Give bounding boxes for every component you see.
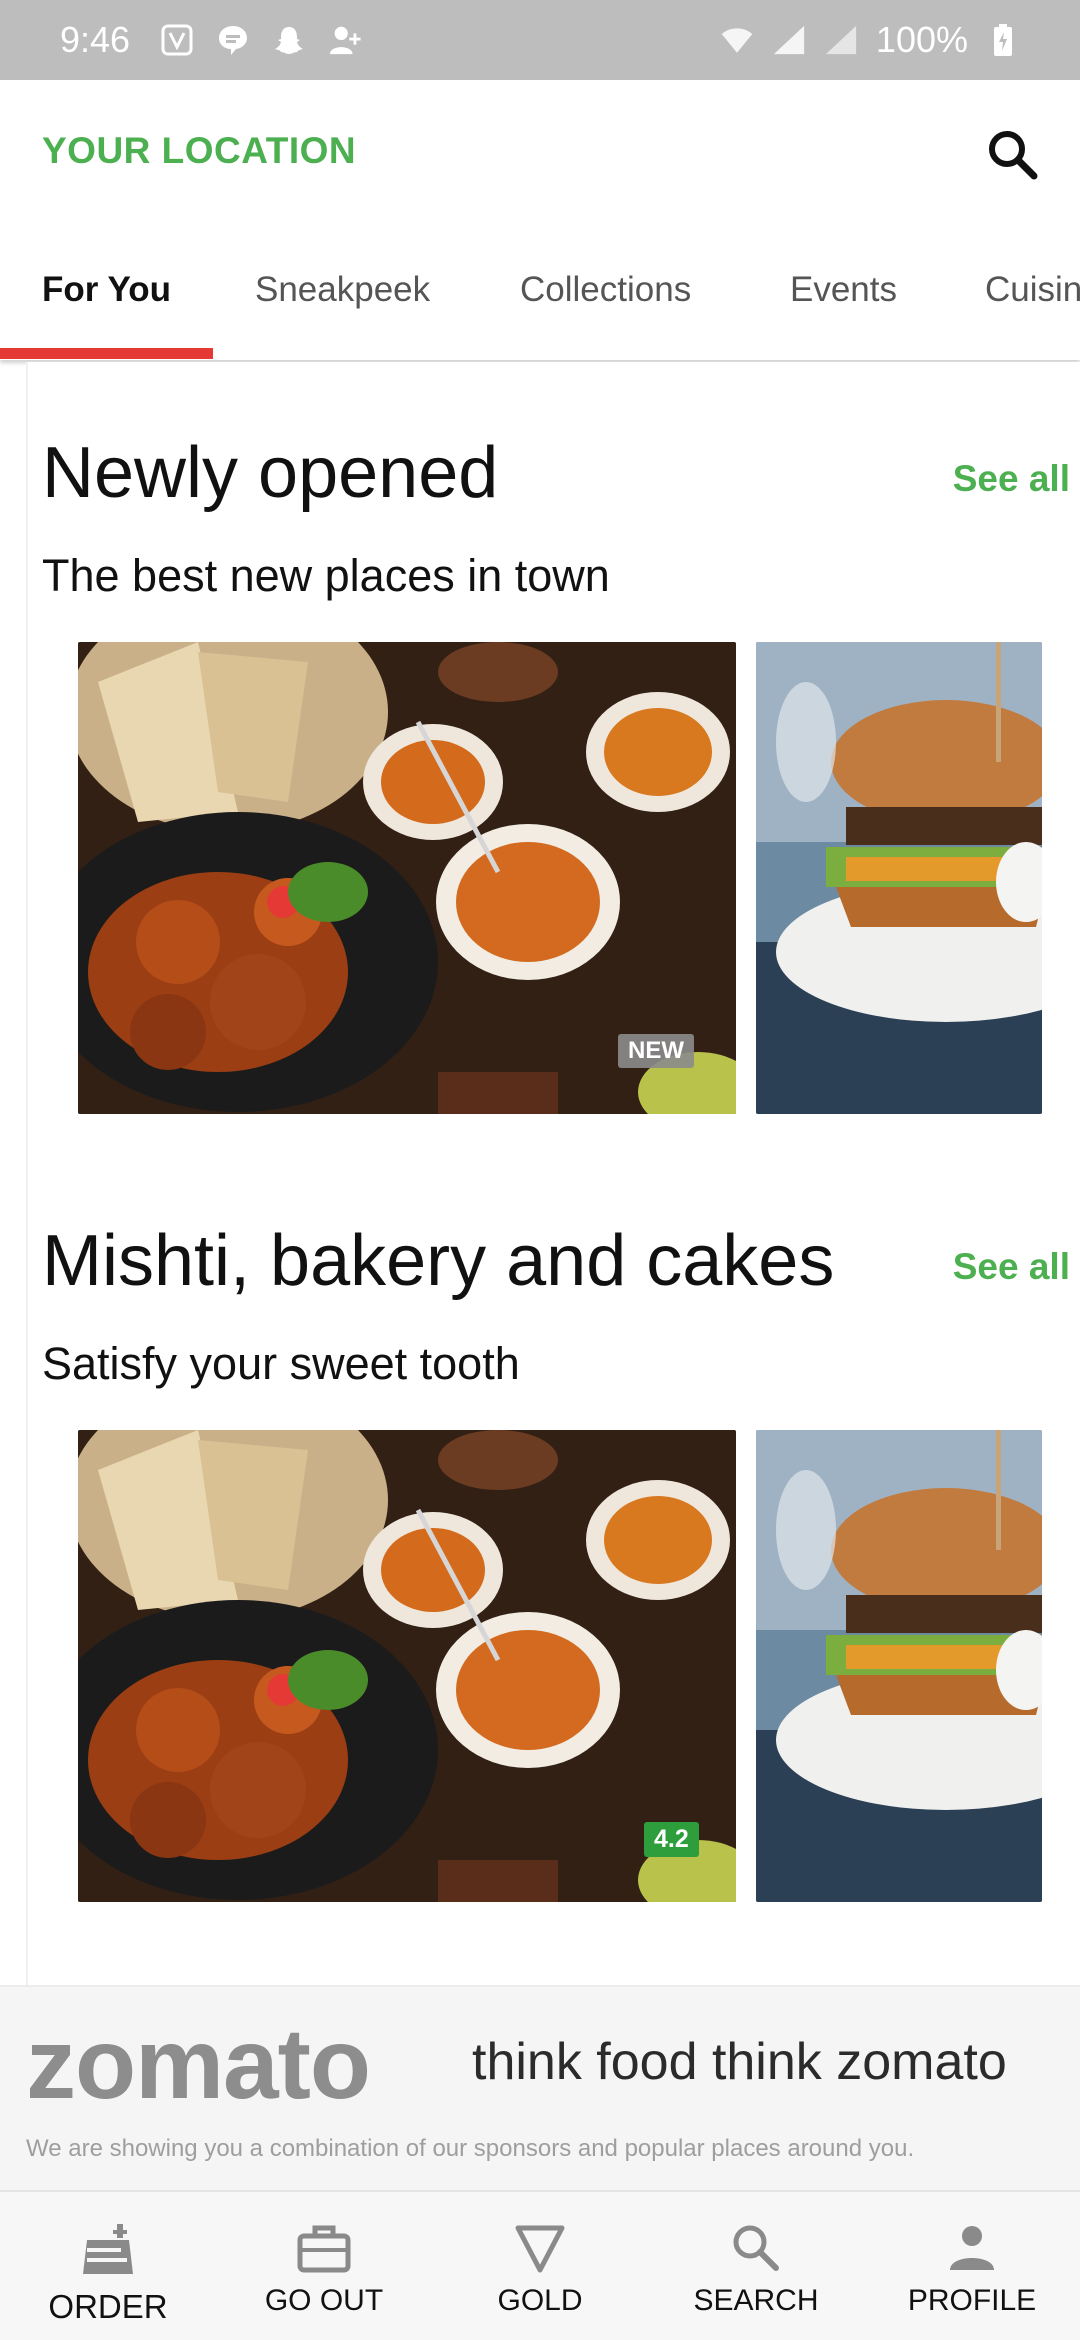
message-icon bbox=[216, 23, 250, 57]
active-tab-indicator bbox=[0, 348, 213, 359]
nav-search-label: SEARCH bbox=[693, 2284, 819, 2317]
add-person-icon bbox=[328, 23, 362, 57]
bottom-navigation: ORDER GO OUT GOLD SEARCH PROFILE bbox=[0, 2190, 1080, 2340]
burger-image bbox=[756, 642, 1042, 1114]
order-icon bbox=[83, 2224, 133, 2274]
nav-search[interactable]: SEARCH bbox=[648, 2192, 864, 2340]
category-tabs: For You Sneakpeek Collections Events Cui… bbox=[0, 230, 1080, 360]
nav-profile-label: PROFILE bbox=[907, 2284, 1037, 2317]
tab-events[interactable]: Events bbox=[790, 270, 897, 310]
sponsor-disclaimer: We are showing you a combination of our … bbox=[26, 2135, 915, 2162]
wifi-icon bbox=[720, 23, 754, 57]
see-all-newly-opened[interactable]: See all bbox=[953, 458, 1070, 500]
see-all-mishti[interactable]: See all bbox=[953, 1246, 1070, 1288]
new-badge: NEW bbox=[618, 1034, 694, 1068]
tab-cuisines[interactable]: Cuisin bbox=[985, 270, 1080, 310]
profile-icon bbox=[950, 2226, 994, 2270]
signal-icon bbox=[772, 23, 806, 57]
section-subtitle-mishti: Satisfy your sweet tooth bbox=[42, 1338, 520, 1389]
nav-go-out-label: GO OUT bbox=[264, 2284, 384, 2317]
signal-secondary-icon bbox=[824, 23, 858, 57]
status-bar: 9:46 100% bbox=[0, 0, 1080, 80]
section-title-newly-opened: Newly opened bbox=[42, 433, 499, 513]
feed-content: Newly opened See all The best new places… bbox=[26, 362, 1080, 1987]
restaurant-card[interactable]: NEW bbox=[78, 642, 736, 1114]
notification-app-icon bbox=[160, 23, 194, 57]
gold-triangle-icon bbox=[515, 2225, 565, 2273]
nav-go-out[interactable]: GO OUT bbox=[216, 2192, 432, 2340]
system-icons: 100% bbox=[720, 19, 1020, 61]
restaurant-card[interactable] bbox=[756, 642, 1042, 1114]
notification-icons bbox=[160, 23, 362, 57]
search-icon bbox=[989, 131, 1038, 180]
restaurant-card[interactable]: 4.2 bbox=[78, 1430, 736, 1902]
burger-image bbox=[756, 1430, 1042, 1902]
nav-gold-label: GOLD bbox=[497, 2284, 583, 2317]
tab-for-you[interactable]: For You bbox=[42, 270, 171, 310]
nav-order[interactable]: ORDER bbox=[0, 2192, 216, 2340]
search-button[interactable] bbox=[980, 122, 1044, 186]
status-time: 9:46 bbox=[60, 19, 131, 60]
rating-badge: 4.2 bbox=[644, 1822, 699, 1857]
nav-order-label: ORDER bbox=[48, 2288, 168, 2325]
nav-gold[interactable]: GOLD bbox=[432, 2192, 648, 2340]
nav-profile[interactable]: PROFILE bbox=[864, 2192, 1080, 2340]
section-subtitle-newly-opened: The best new places in town bbox=[42, 550, 610, 601]
app-header: YOUR LOCATION bbox=[0, 80, 1080, 230]
section-title-mishti: Mishti, bakery and cakes bbox=[42, 1221, 835, 1301]
food-platter-image bbox=[78, 1430, 736, 1902]
brand-tagline: think food think zomato bbox=[472, 2033, 1007, 2091]
location-selector[interactable]: YOUR LOCATION bbox=[42, 130, 356, 172]
battery-icon bbox=[986, 23, 1020, 57]
brand-footer: zomato think food think zomato We are sh… bbox=[0, 1985, 1080, 2190]
snapchat-icon bbox=[272, 23, 306, 57]
tab-sneakpeek[interactable]: Sneakpeek bbox=[255, 270, 430, 310]
battery-percentage: 100% bbox=[875, 19, 968, 60]
briefcase-icon bbox=[297, 2225, 351, 2273]
restaurant-card[interactable] bbox=[756, 1430, 1042, 1902]
app-screen: 9:46 100% YOUR LOCATION For You Sneakpee… bbox=[0, 0, 1080, 2340]
search-icon bbox=[733, 2225, 779, 2271]
tab-collections[interactable]: Collections bbox=[520, 270, 691, 310]
brand-logo-text: zomato bbox=[26, 2008, 371, 2120]
